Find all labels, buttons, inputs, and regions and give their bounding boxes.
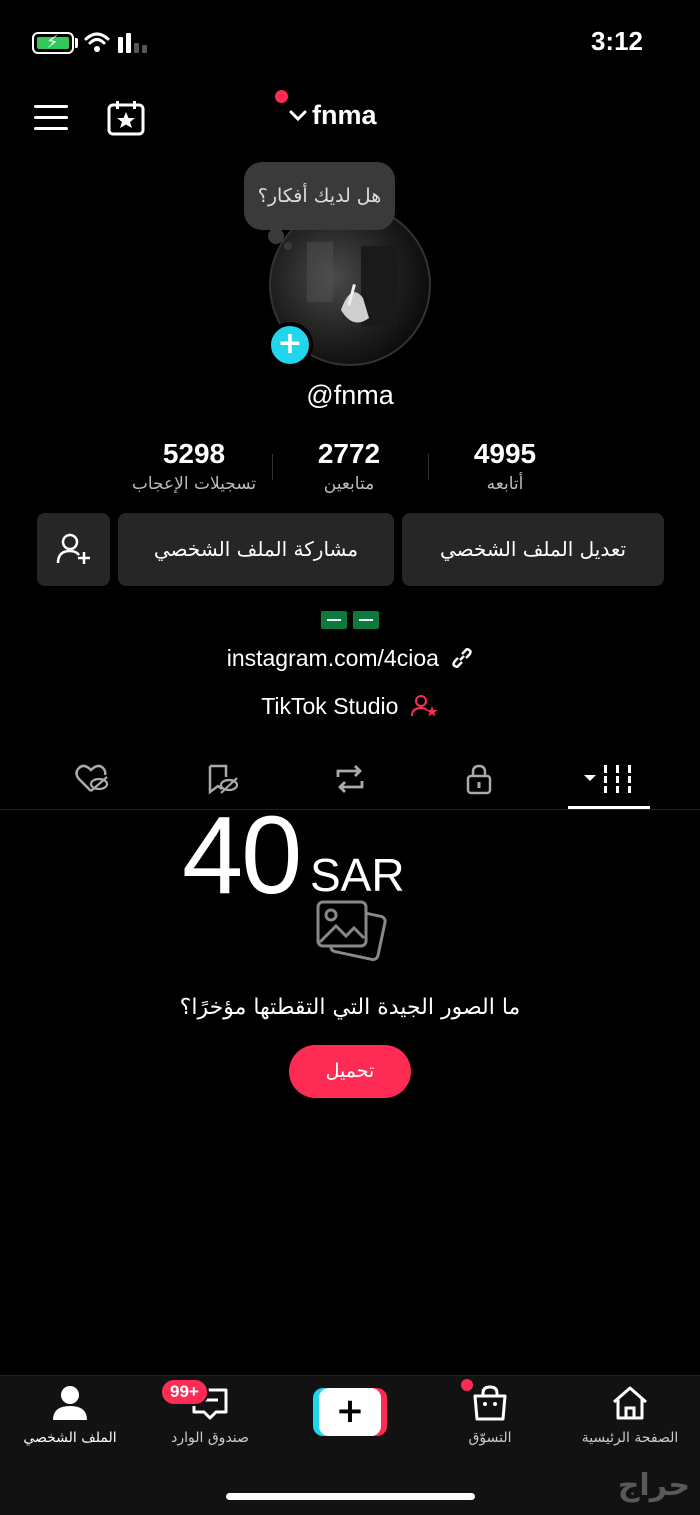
price-currency: SAR [310,849,405,901]
home-indicator [226,1493,475,1500]
plus-icon: + [319,1388,381,1436]
menu-icon[interactable] [34,105,68,131]
status-time: 3:12 [590,26,643,56]
stat-likes[interactable]: 5298 تسجيلات الإعجاب [104,438,284,494]
add-friend-button[interactable] [37,513,110,586]
inbox-badge: 99+ [160,1378,209,1406]
tiktok-studio-link[interactable]: TikTok Studio [0,693,700,720]
tab-private[interactable] [439,748,519,810]
add-story-button[interactable]: + [267,322,313,368]
status-bar: ⚡ 3:12 [0,0,700,86]
bubble-tail [268,228,284,244]
tab-liked-hidden[interactable] [52,748,132,810]
signal-icon [118,33,147,53]
stat-likes-label: تسجيلات الإعجاب [131,474,257,494]
active-tab-indicator [568,806,650,809]
saudi-flag-icon [353,611,379,629]
haraj-watermark-logo: حراج [617,1468,690,1503]
nav-inbox-label: صندوق الوارد [171,1430,249,1446]
ideas-bubble[interactable]: هل لديك أفكار؟ [244,162,395,230]
bubble-tail-small [284,242,292,250]
nav-shop-label: التسوّق [468,1430,512,1446]
repost-icon [336,765,364,793]
saudi-flag-icon [321,611,347,629]
add-user-icon [56,533,90,564]
share-profile-button[interactable]: مشاركة الملف الشخصي [118,513,394,586]
chevron-down-icon [289,110,307,121]
stat-following[interactable]: 4995 أتابعه [415,438,595,494]
shopping-bag-icon [473,1385,507,1421]
nav-shop[interactable]: التسوّق [425,1384,555,1446]
price-overlay: 40 SAR [182,792,405,919]
profile-stats: 4995 أتابعه 2772 متابعين 5298 تسجيلات ال… [0,438,700,502]
battery-cap [75,38,78,48]
notification-dot [275,90,288,103]
bio-flags [0,611,700,633]
lock-icon [466,764,492,795]
empty-state-text: ما الصور الجيدة التي التقطتها مؤخرًا؟ [179,995,521,1020]
nav-home-label: الصفحة الرئيسية [581,1430,679,1446]
upload-button[interactable]: تحميل [289,1045,411,1098]
edit-profile-button[interactable]: تعديل الملف الشخصي [402,513,664,586]
calendar-star-icon[interactable] [107,100,145,136]
videos-grid-icon [584,765,631,793]
stat-followers-label: متابعين [323,474,375,494]
stat-followers-value: 2772 [317,438,381,469]
content-tabs [0,748,700,810]
tab-videos[interactable] [569,748,649,810]
profile-handle: @fnma [306,380,394,410]
home-icon [613,1386,647,1420]
stat-following-value: 4995 [473,438,537,469]
wifi-icon [84,32,110,52]
shop-notification-dot [461,1379,473,1391]
nav-profile[interactable]: الملف الشخصي [5,1384,135,1446]
tiktok-studio-text: TikTok Studio [261,693,399,719]
saved-hidden-icon [208,764,239,795]
link-icon [452,647,473,669]
profile-link[interactable]: instagram.com/4cioa [0,645,700,672]
tab-reposts[interactable] [310,748,390,810]
create-button[interactable]: + [313,1388,387,1436]
photos-icon [316,900,387,962]
battery-icon: ⚡ [32,32,74,54]
stat-following-label: أتابعه [486,474,524,494]
stat-followers[interactable]: 2772 متابعين [259,438,439,494]
profile-link-text: instagram.com/4cioa [226,645,439,671]
account-switcher[interactable]: fnma [288,100,377,131]
stat-likes-value: 5298 [162,438,226,469]
creator-star-icon [410,695,438,717]
nav-home[interactable]: الصفحة الرئيسية [565,1384,695,1446]
profile-icon [53,1386,87,1420]
liked-hidden-icon [75,764,109,792]
nav-profile-label: الملف الشخصي [23,1430,117,1446]
header-username: fnma [312,100,377,130]
price-number: 40 [182,794,302,917]
